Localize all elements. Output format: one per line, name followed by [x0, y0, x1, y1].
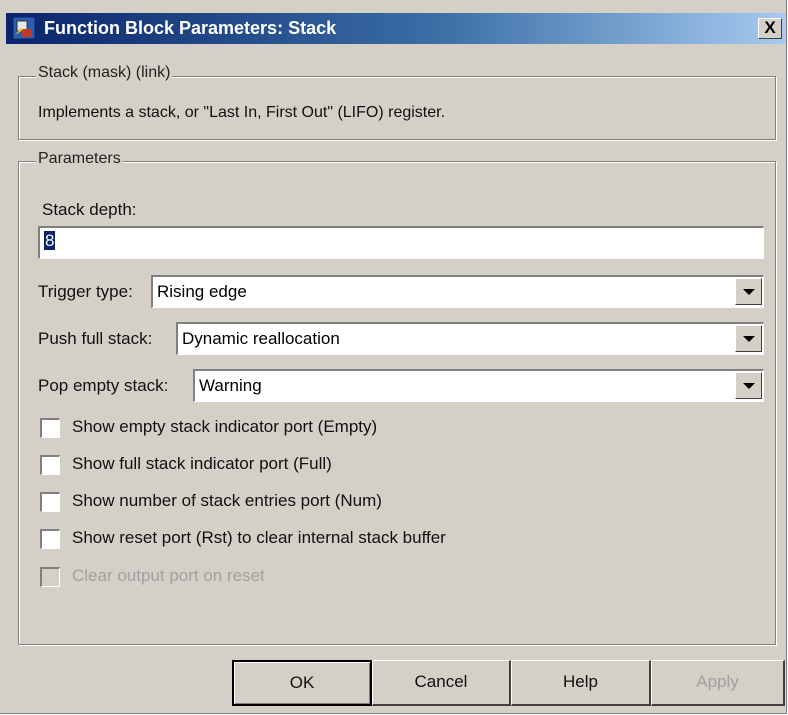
cancel-button[interactable]: Cancel	[372, 660, 511, 706]
window-title: Function Block Parameters: Stack	[44, 18, 337, 38]
trigger-type-select[interactable]: Rising edge	[151, 275, 764, 308]
ok-button[interactable]: OK	[232, 660, 372, 706]
stack-depth-label: Stack depth:	[42, 200, 137, 219]
push-full-stack-value: Dynamic reallocation	[182, 329, 340, 348]
trigger-type-value: Rising edge	[157, 282, 247, 301]
num-port-checkbox[interactable]	[40, 492, 60, 512]
apply-button: Apply	[651, 660, 785, 706]
num-port-checkbox-label[interactable]: Show number of stack entries port (Num)	[72, 491, 382, 511]
trigger-type-label: Trigger type:	[38, 282, 133, 301]
chevron-down-icon[interactable]	[735, 278, 762, 305]
push-full-stack-label: Push full stack:	[38, 329, 153, 348]
close-button[interactable]: X	[758, 18, 782, 39]
simulink-block-icon	[12, 16, 36, 40]
empty-port-checkbox-label[interactable]: Show empty stack indicator port (Empty)	[72, 417, 377, 437]
clear-output-checkbox	[40, 567, 60, 587]
chevron-down-icon[interactable]	[735, 372, 762, 399]
pop-empty-stack-value: Warning	[199, 376, 262, 395]
full-port-checkbox-label[interactable]: Show full stack indicator port (Full)	[72, 454, 332, 474]
full-port-checkbox[interactable]	[40, 455, 60, 475]
pop-empty-stack-select[interactable]: Warning	[193, 369, 764, 402]
reset-port-checkbox[interactable]	[40, 529, 60, 549]
push-full-stack-select[interactable]: Dynamic reallocation	[176, 322, 764, 355]
reset-port-checkbox-label[interactable]: Show reset port (Rst) to clear internal …	[72, 528, 446, 548]
parameters-group-legend: Parameters	[36, 150, 123, 168]
pop-empty-stack-label: Pop empty stack:	[38, 376, 169, 395]
mask-group-legend: Stack (mask) (link)	[36, 64, 173, 82]
dialog-window: Function Block Parameters: Stack X Stack…	[0, 0, 787, 714]
clear-output-checkbox-label: Clear output port on reset	[72, 566, 265, 585]
help-button[interactable]: Help	[511, 660, 651, 706]
empty-port-checkbox[interactable]	[40, 418, 60, 438]
block-description: Implements a stack, or "Last In, First O…	[38, 104, 446, 121]
stack-depth-input[interactable]: 8	[38, 226, 764, 259]
stack-depth-value: 8	[44, 231, 56, 250]
chevron-down-icon[interactable]	[735, 325, 762, 352]
title-bar[interactable]: Function Block Parameters: Stack X	[6, 13, 786, 44]
